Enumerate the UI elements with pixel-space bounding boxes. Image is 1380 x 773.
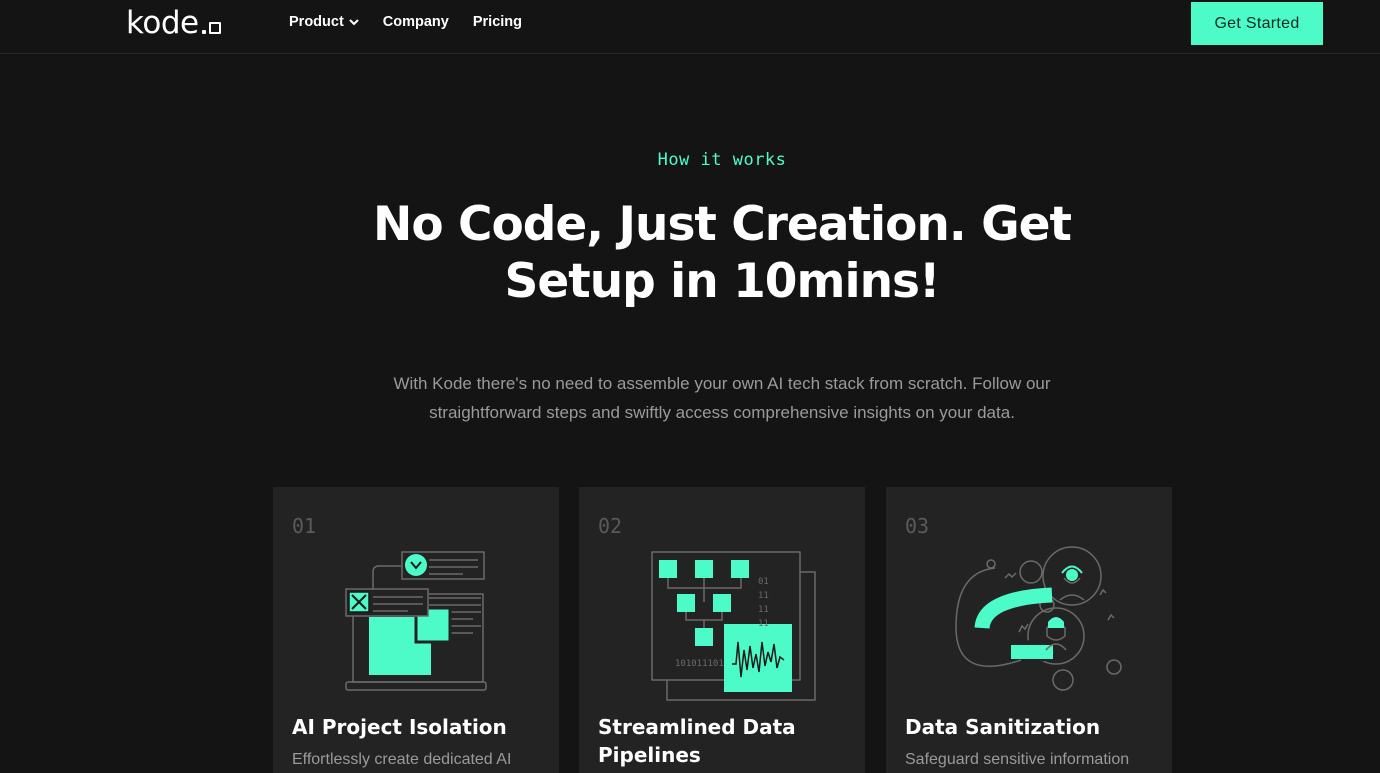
binary-side-text: 11 — [758, 591, 769, 601]
card-title: Streamlined Data Pipelines — [598, 715, 796, 767]
binary-side-text: 11 — [758, 619, 769, 629]
step-number: 02 — [598, 514, 623, 538]
logo-wordmark: kode — [126, 5, 199, 41]
card-title: AI Project Isolation — [292, 715, 507, 739]
card-description: Safeguard sensitive information — [905, 751, 1130, 768]
kode-logo[interactable]: kode — [126, 6, 221, 40]
card-description: Effortlessly create dedicated AI — [292, 751, 512, 768]
binary-side-text: 01 — [758, 577, 769, 587]
project-isolation-illustration-icon — [313, 542, 513, 702]
chevron-down-icon — [349, 14, 359, 30]
hero-headline: No Code, Just Creation. Get Setup in 10m… — [373, 197, 1072, 309]
hero-subtitle: With Kode there's no need to assemble yo… — [393, 374, 1051, 422]
card-title: Data Sanitization — [905, 715, 1101, 739]
step-card-data-sanitization: 03 Data Sanitization Safeguard sensitive… — [886, 487, 1172, 773]
step-card-streamlined-data-pipelines: 02 101011101 01 11 11 11 Streamlined Dat… — [579, 487, 865, 773]
how-it-works-eyebrow: How it works — [657, 150, 787, 170]
step-number: 01 — [292, 514, 317, 538]
nav-product-label: Product — [289, 14, 344, 30]
top-navbar: kode Product Company Pricing Get Started — [0, 0, 1380, 54]
binary-side-text: 11 — [758, 605, 769, 615]
nav-links: Product Company Pricing — [289, 14, 522, 30]
data-pipeline-illustration-icon: 101011101 01 11 11 11 — [619, 542, 819, 702]
nav-product-dropdown[interactable]: Product — [289, 14, 359, 30]
get-started-button[interactable]: Get Started — [1191, 2, 1323, 45]
nav-pricing-link[interactable]: Pricing — [473, 14, 522, 30]
logo-square-icon — [201, 22, 221, 34]
binary-bottom-text: 101011101 — [675, 659, 724, 669]
nav-company-link[interactable]: Company — [383, 14, 449, 30]
nav-pricing-label: Pricing — [472, 14, 523, 30]
data-sanitization-illustration-icon — [926, 542, 1126, 702]
step-card-ai-project-isolation: 01 AI Project Isolation Effortlessly cre… — [273, 487, 559, 773]
step-number: 03 — [905, 514, 930, 538]
nav-company-label: Company — [382, 14, 449, 30]
